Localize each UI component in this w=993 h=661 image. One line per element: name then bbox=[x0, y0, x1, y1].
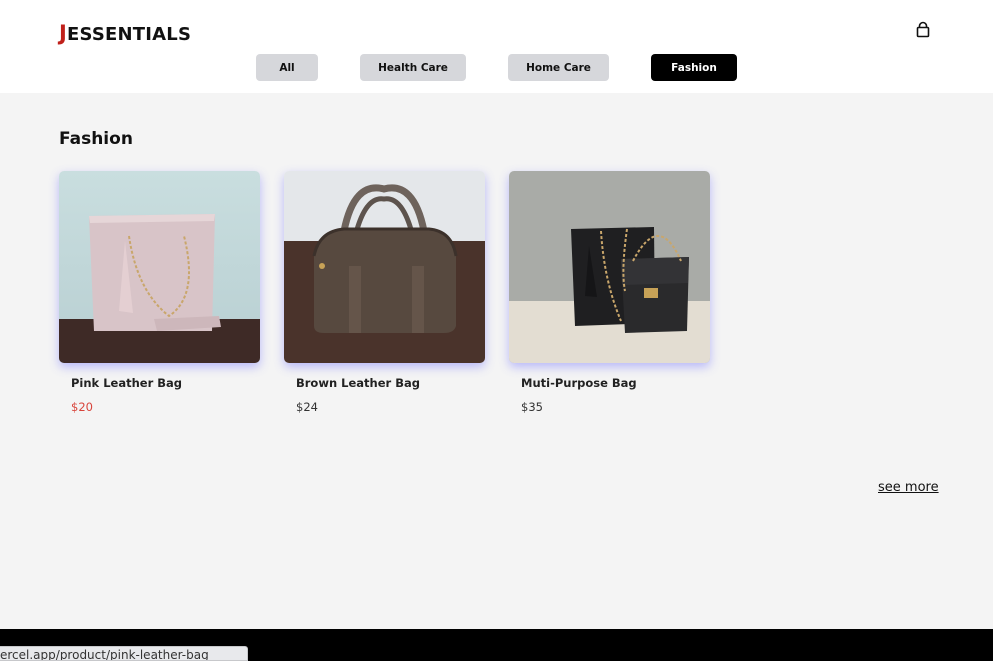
filter-fashion-button[interactable]: Fashion bbox=[651, 54, 737, 81]
category-filters: All Health Care Home Care Fashion bbox=[0, 54, 993, 81]
filter-all-button[interactable]: All bbox=[256, 54, 318, 81]
logo-accent: J bbox=[59, 21, 68, 45]
section-title: Fashion bbox=[59, 129, 133, 149]
product-image[interactable] bbox=[509, 171, 710, 363]
product-name[interactable]: Pink Leather Bag bbox=[71, 376, 182, 390]
product-name[interactable]: Brown Leather Bag bbox=[296, 376, 420, 390]
product-image[interactable] bbox=[284, 171, 485, 363]
filter-home-care-button[interactable]: Home Care bbox=[508, 54, 609, 81]
product-card[interactable]: Brown Leather Bag $24 bbox=[284, 171, 485, 414]
see-more-link[interactable]: see more bbox=[878, 480, 939, 495]
site-header: JESSENTIALS All Health Care Home Care Fa… bbox=[0, 0, 993, 93]
product-price: $20 bbox=[71, 400, 93, 414]
product-image[interactable] bbox=[59, 171, 260, 363]
product-name[interactable]: Muti-Purpose Bag bbox=[521, 376, 637, 390]
logo-text: ESSENTIALS bbox=[67, 24, 192, 45]
status-bar-url-text: ercel.app/product/pink-leather-bag bbox=[0, 648, 209, 661]
site-logo[interactable]: JESSENTIALS bbox=[59, 21, 191, 45]
product-price: $24 bbox=[296, 400, 318, 414]
product-card[interactable]: Muti-Purpose Bag $35 bbox=[509, 171, 710, 414]
product-price: $35 bbox=[521, 400, 543, 414]
shopping-bag-icon[interactable] bbox=[914, 21, 932, 39]
status-bar-url: ercel.app/product/pink-leather-bag bbox=[0, 646, 248, 661]
product-card[interactable]: Pink Leather Bag $20 bbox=[59, 171, 260, 414]
filter-health-care-button[interactable]: Health Care bbox=[360, 54, 466, 81]
